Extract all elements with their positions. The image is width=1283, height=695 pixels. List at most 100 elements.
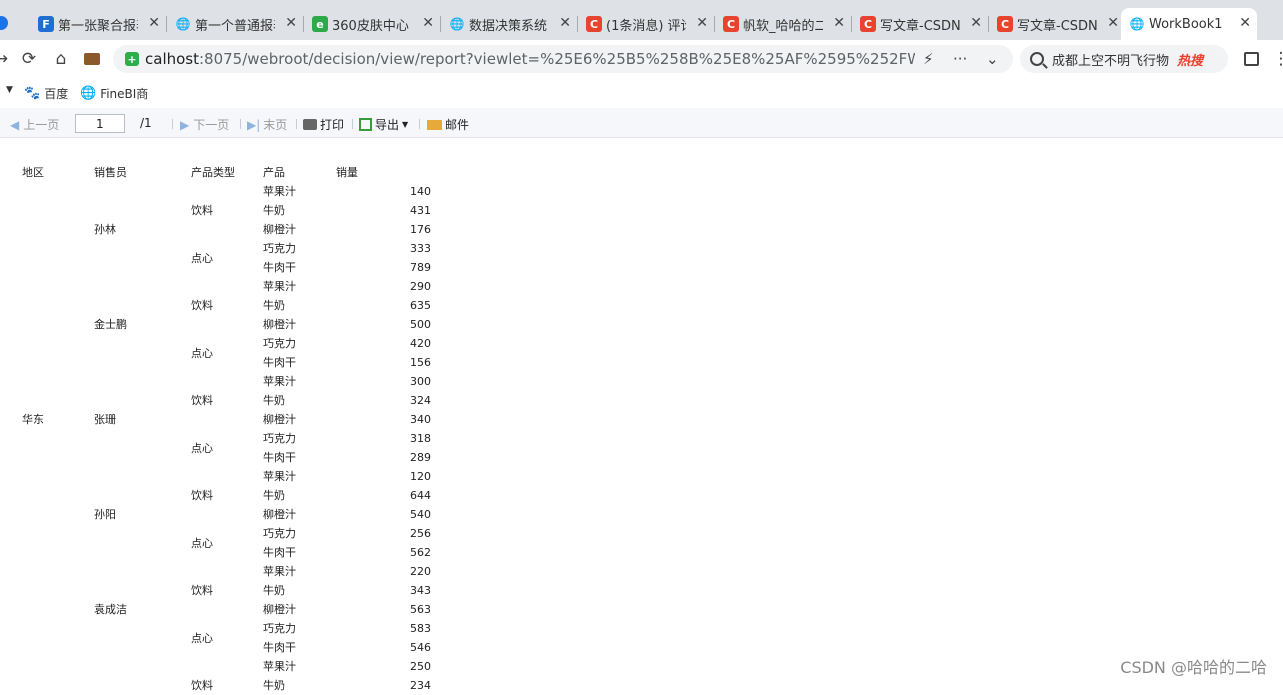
reload-icon[interactable]: ⟳ bbox=[18, 48, 40, 70]
salesperson-cell: 孙林 bbox=[94, 220, 116, 239]
quantity-cell: 563 bbox=[391, 600, 431, 619]
print-button[interactable]: 打印 bbox=[303, 116, 344, 133]
product-cell: 牛肉干 bbox=[263, 448, 296, 467]
close-icon[interactable]: ✕ bbox=[1107, 15, 1119, 31]
product-cell: 牛奶 bbox=[263, 486, 285, 505]
product-cell: 牛肉干 bbox=[263, 353, 296, 372]
last-page-button[interactable]: ▶| 末页 bbox=[247, 116, 287, 133]
tab-7[interactable]: C写文章-CSDN ✕ bbox=[852, 8, 988, 40]
product-type-cell: 点心 bbox=[191, 344, 213, 363]
product-cell: 巧克力 bbox=[263, 334, 296, 353]
product-cell: 牛奶 bbox=[263, 296, 285, 315]
report-toolbar: ◀ 上一页 /1 ▶ 下一页 ▶| 末页 打印 导出 ▼ 邮件 bbox=[0, 108, 1283, 138]
product-type-cell: 点心 bbox=[191, 249, 213, 268]
product-cell: 柳橙汁 bbox=[263, 410, 296, 429]
tab-title: 360皮肤中心 bbox=[332, 15, 412, 34]
page-number-input[interactable] bbox=[75, 114, 125, 133]
csdn-icon: C bbox=[723, 16, 739, 32]
tab-title: (1条消息) 评论 bbox=[606, 15, 686, 34]
region-cell: 华东 bbox=[22, 410, 44, 429]
product-cell: 牛奶 bbox=[263, 201, 285, 220]
quantity-cell: 343 bbox=[391, 581, 431, 600]
tab-strip: F第一张聚合报表✕🌐第一个普通报表✕e360皮肤中心✕🌐数据决策系统✕C(1条消… bbox=[0, 0, 1283, 40]
bookmark-baidu[interactable]: 🐾 百度 bbox=[24, 85, 68, 102]
quantity-cell: 324 bbox=[391, 391, 431, 410]
search-box[interactable]: 成都上空不明飞行物 热搜 bbox=[1020, 45, 1228, 73]
close-icon[interactable]: ✕ bbox=[148, 15, 160, 31]
bookmark-finebi[interactable]: 🌐 FineBI商 bbox=[80, 85, 148, 102]
menu-icon[interactable]: ⋮ bbox=[1270, 48, 1283, 70]
product-cell: 巧克力 bbox=[263, 524, 296, 543]
paw-icon: 🐾 bbox=[24, 86, 40, 101]
tab-6[interactable]: C帆软_哈哈的二✕ bbox=[715, 8, 851, 40]
tab-8[interactable]: C写文章-CSDN✕ bbox=[989, 8, 1125, 40]
quantity-cell: 420 bbox=[391, 334, 431, 353]
tab-4[interactable]: 🌐数据决策系统✕ bbox=[441, 8, 577, 40]
tab-3[interactable]: e360皮肤中心✕ bbox=[304, 8, 440, 40]
prev-page-button[interactable]: ◀ 上一页 bbox=[10, 116, 59, 133]
more-icon[interactable]: ··· bbox=[953, 50, 967, 68]
product-cell: 牛肉干 bbox=[263, 543, 296, 562]
next-page-button[interactable]: ▶ 下一页 bbox=[180, 116, 229, 133]
toolbar-divider bbox=[296, 119, 297, 129]
browser-logo-icon[interactable] bbox=[0, 16, 8, 30]
chevron-down-icon: ▼ bbox=[402, 120, 408, 129]
product-type-cell: 饮料 bbox=[191, 296, 213, 315]
browser-toolbar: → ⟳ ⌂ + calhost:8075/webroot/decision/vi… bbox=[0, 40, 1283, 78]
quantity-cell: 318 bbox=[391, 429, 431, 448]
tab-5[interactable]: C(1条消息) 评论 ✕ bbox=[578, 8, 714, 40]
tab-1[interactable]: F第一张聚合报表✕ bbox=[30, 8, 166, 40]
tab-title: 数据决策系统 bbox=[469, 15, 549, 34]
quantity-cell: 250 bbox=[391, 657, 431, 676]
quantity-cell: 340 bbox=[391, 410, 431, 429]
export-button[interactable]: 导出 ▼ bbox=[359, 116, 408, 133]
quantity-cell: 546 bbox=[391, 638, 431, 657]
security-shield-icon[interactable]: + bbox=[125, 52, 139, 66]
header-product: 产品 bbox=[263, 163, 285, 182]
forward-icon[interactable]: → bbox=[0, 48, 12, 70]
close-icon[interactable]: ✕ bbox=[833, 15, 845, 31]
chevron-down-icon[interactable]: ⌄ bbox=[986, 50, 999, 68]
reader-icon[interactable] bbox=[1240, 48, 1262, 70]
lightning-icon[interactable]: ⚡ bbox=[923, 50, 934, 68]
briefcase-icon[interactable] bbox=[81, 48, 103, 70]
header-product-type: 产品类型 bbox=[191, 163, 235, 182]
product-type-cell: 饮料 bbox=[191, 201, 213, 220]
close-icon[interactable]: ✕ bbox=[970, 15, 982, 31]
bookmarks-dropdown-icon[interactable]: ▼ bbox=[6, 85, 13, 95]
salesperson-cell: 孙阳 bbox=[94, 505, 116, 524]
mail-button[interactable]: 邮件 bbox=[427, 116, 469, 133]
search-suggestion: 成都上空不明飞行物 bbox=[1052, 50, 1169, 69]
tab-2[interactable]: 🌐第一个普通报表✕ bbox=[167, 8, 303, 40]
product-cell: 苹果汁 bbox=[263, 277, 296, 296]
address-bar[interactable]: + calhost:8075/webroot/decision/view/rep… bbox=[113, 45, 1013, 73]
product-cell: 牛肉干 bbox=[263, 258, 296, 277]
close-icon[interactable]: ✕ bbox=[1239, 15, 1251, 31]
close-icon[interactable]: ✕ bbox=[422, 15, 434, 31]
quantity-cell: 635 bbox=[391, 296, 431, 315]
csdn-icon: C bbox=[586, 16, 602, 32]
product-type-cell: 饮料 bbox=[191, 486, 213, 505]
fine-report-icon: F bbox=[38, 16, 54, 32]
salesperson-cell: 张珊 bbox=[94, 410, 116, 429]
tab-title: 写文章-CSDN bbox=[880, 15, 960, 34]
export-label: 导出 bbox=[375, 116, 399, 133]
csdn-icon: C bbox=[860, 16, 876, 32]
last-page-icon: ▶| bbox=[247, 118, 260, 132]
tab-9[interactable]: 🌐WorkBook1✕ bbox=[1121, 8, 1257, 40]
quantity-cell: 156 bbox=[391, 353, 431, 372]
globe-icon: 🌐 bbox=[175, 16, 191, 32]
print-label: 打印 bbox=[320, 116, 344, 133]
url-text[interactable]: calhost:8075/webroot/decision/view/repor… bbox=[145, 50, 915, 68]
product-cell: 苹果汁 bbox=[263, 467, 296, 486]
home-icon[interactable]: ⌂ bbox=[50, 48, 72, 70]
close-icon[interactable]: ✕ bbox=[285, 15, 297, 31]
product-type-cell: 饮料 bbox=[191, 391, 213, 410]
page-total: /1 bbox=[140, 116, 152, 130]
close-icon[interactable]: ✕ bbox=[696, 15, 708, 31]
quantity-cell: 176 bbox=[391, 220, 431, 239]
close-icon[interactable]: ✕ bbox=[559, 15, 571, 31]
triangle-left-icon: ◀ bbox=[10, 118, 19, 132]
next-page-label: 下一页 bbox=[193, 116, 229, 133]
bookmark-label: FineBI商 bbox=[100, 85, 148, 102]
